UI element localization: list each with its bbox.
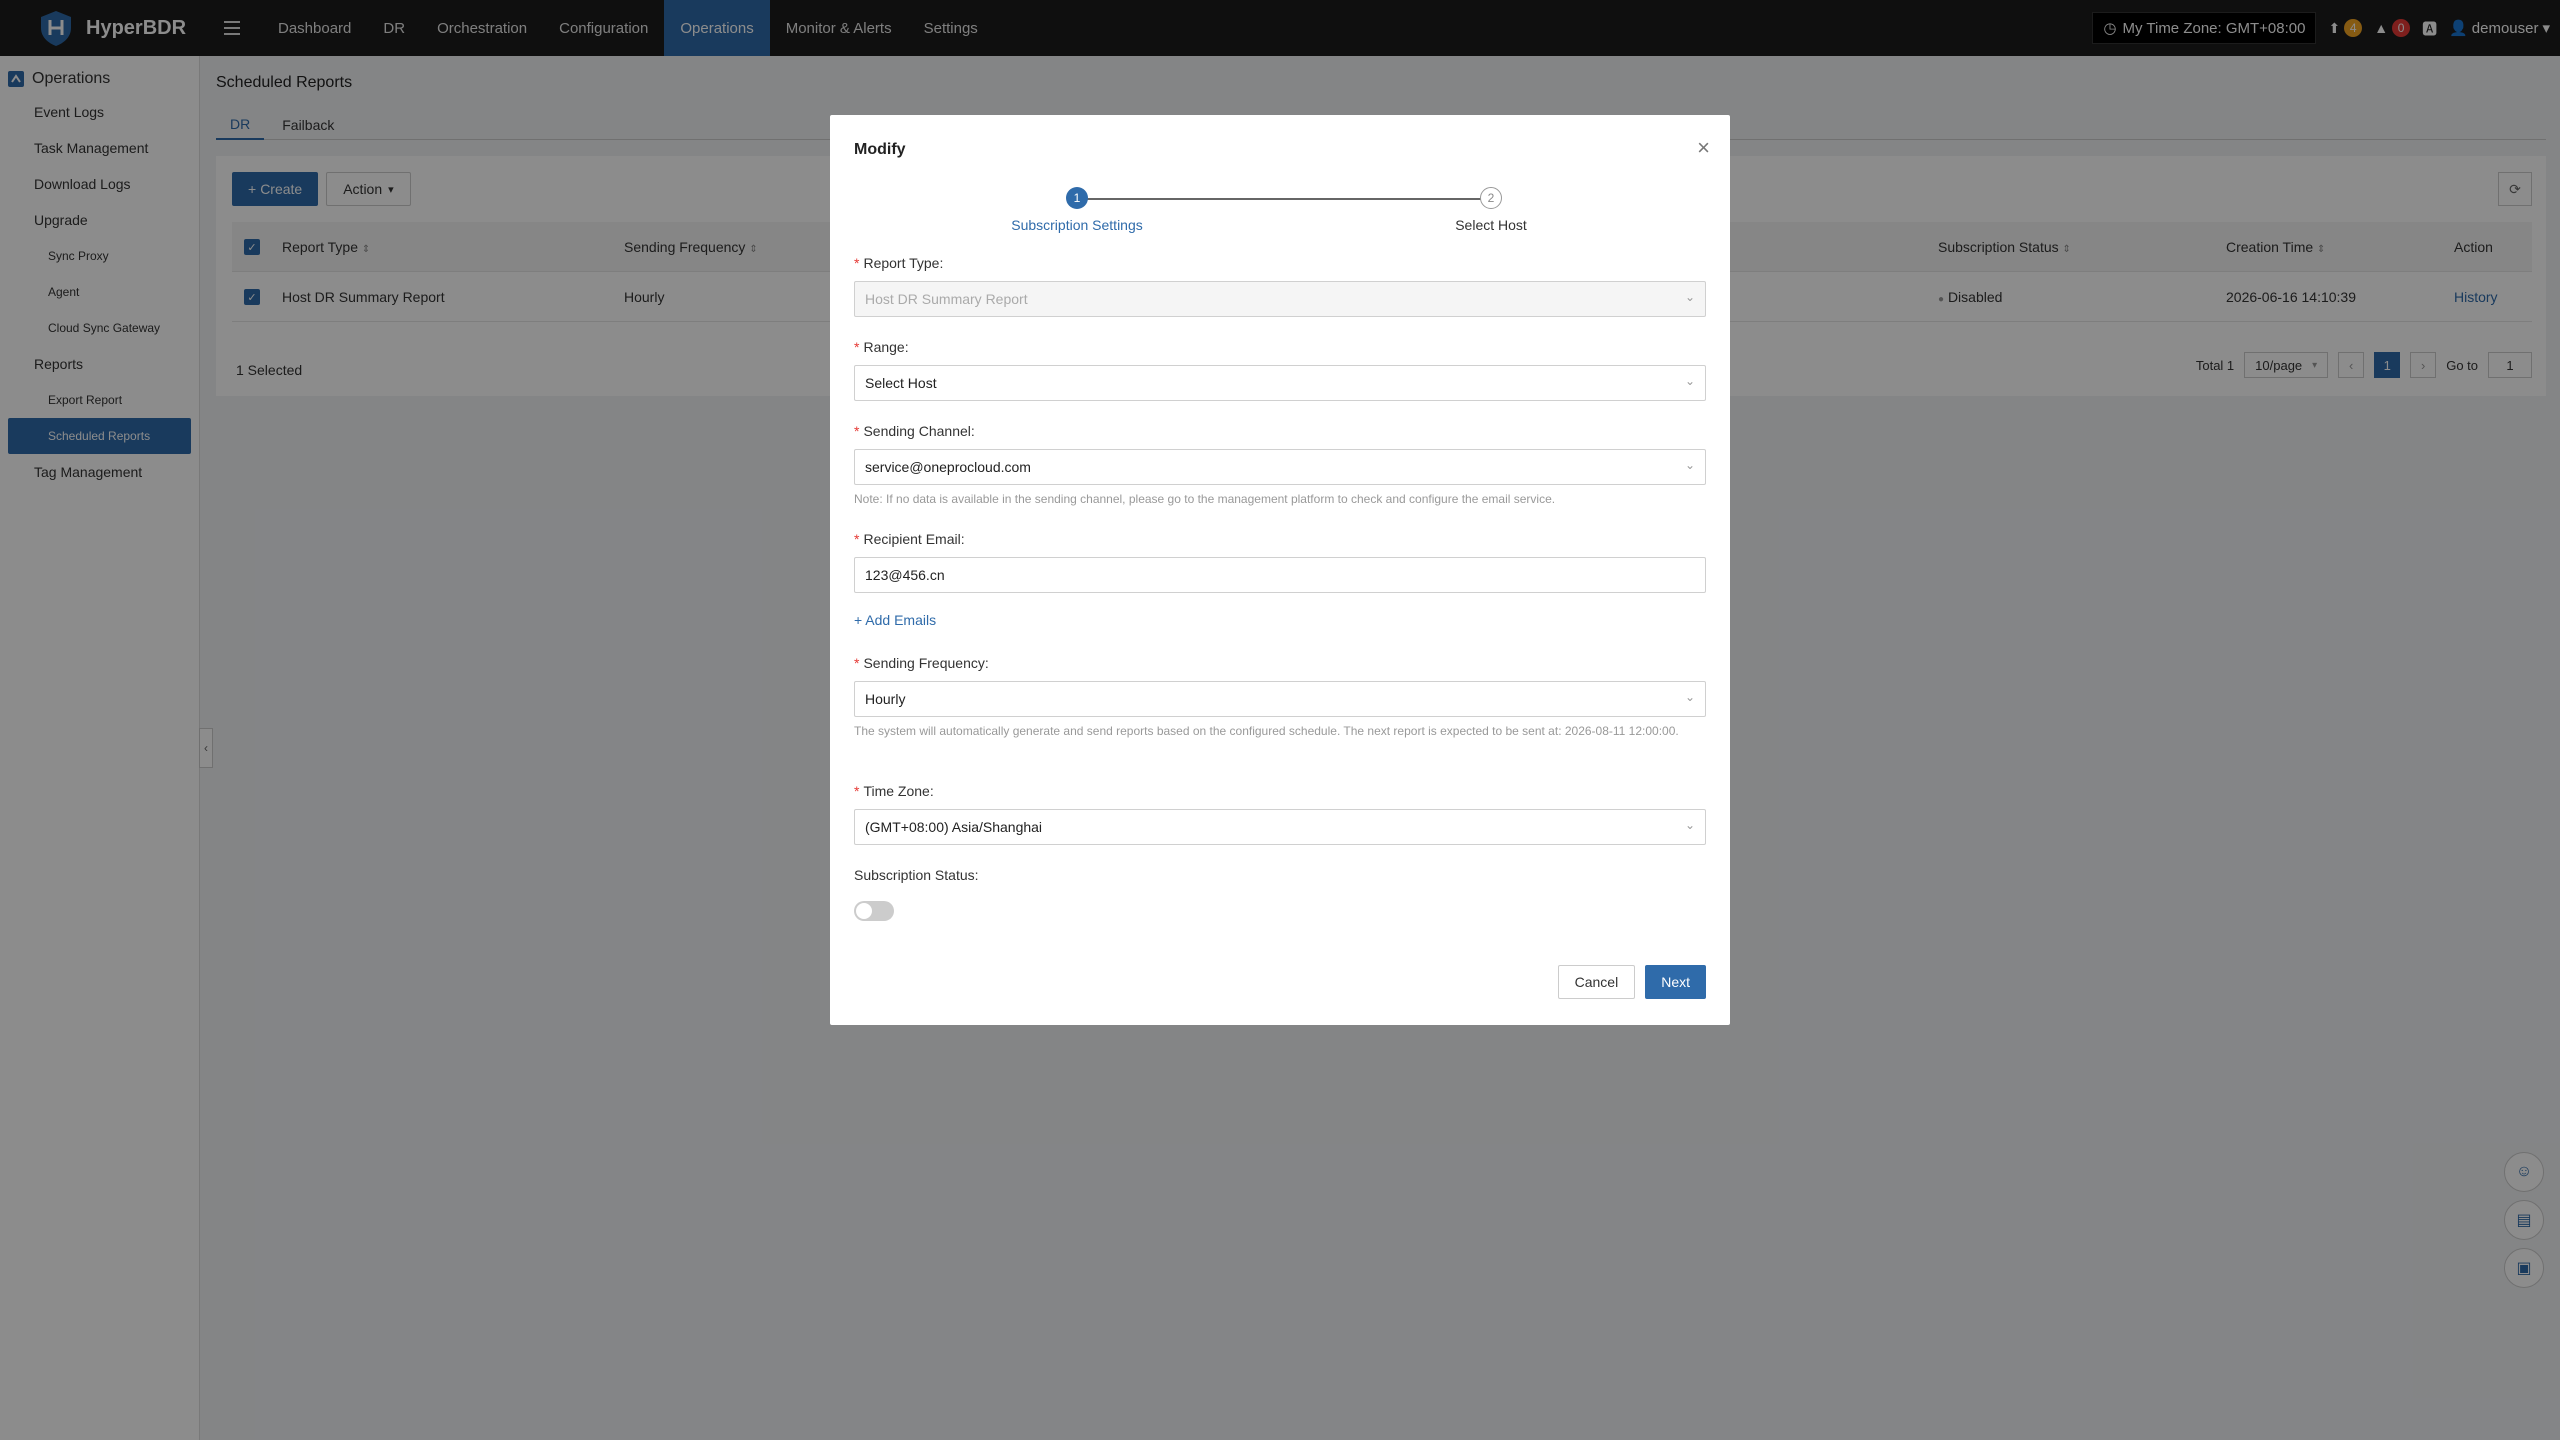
range-label: * Range: xyxy=(854,339,909,355)
time-zone-value: (GMT+08:00) Asia/Shanghai xyxy=(865,819,1043,835)
sending-frequency-select[interactable]: Hourly ⌄ xyxy=(854,681,1706,717)
sending-channel-value: service@oneprocloud.com xyxy=(865,459,1031,475)
add-emails-button[interactable]: + Add Emails xyxy=(854,612,936,628)
plus-icon: + xyxy=(854,612,866,628)
subscription-status-label: Subscription Status: xyxy=(854,867,979,883)
report-type-value: Host DR Summary Report xyxy=(865,291,1028,307)
time-zone-label: * Time Zone: xyxy=(854,783,934,799)
chevron-down-icon: ⌄ xyxy=(1684,818,1695,832)
range-select[interactable]: Select Host ⌄ xyxy=(854,365,1706,401)
channel-note: Note: If no data is available in the sen… xyxy=(854,492,1556,506)
step-2-label: Select Host xyxy=(1455,217,1527,233)
report-type-select: Host DR Summary Report ⌄ xyxy=(854,281,1706,317)
step-connector xyxy=(1074,198,1482,200)
step-1-label: Subscription Settings xyxy=(1011,217,1143,233)
sending-frequency-value: Hourly xyxy=(865,691,906,707)
recipient-email-label: * Recipient Email: xyxy=(854,531,965,547)
chevron-down-icon: ⌄ xyxy=(1684,690,1695,704)
chevron-down-icon: ⌄ xyxy=(1684,374,1695,388)
dialog-footer: Cancel Next xyxy=(1557,965,1706,999)
step-1-indicator: 1 xyxy=(1066,187,1088,209)
sending-channel-label: * Sending Channel: xyxy=(854,423,975,439)
range-value: Select Host xyxy=(865,375,937,391)
chevron-down-icon: ⌄ xyxy=(1684,458,1695,472)
frequency-note: The system will automatically generate a… xyxy=(854,724,1679,738)
report-type-label: * Report Type: xyxy=(854,255,944,271)
recipient-email-input[interactable]: 123@456.cn xyxy=(854,557,1706,593)
stepper: 1 2 Subscription Settings Select Host xyxy=(830,187,1730,237)
step-2-indicator: 2 xyxy=(1480,187,1502,209)
time-zone-select[interactable]: (GMT+08:00) Asia/Shanghai ⌄ xyxy=(854,809,1706,845)
next-button[interactable]: Next xyxy=(1645,965,1706,999)
dialog-title: Modify xyxy=(854,141,906,158)
add-emails-label: Add Emails xyxy=(865,612,937,628)
close-icon[interactable]: × xyxy=(1697,135,1710,161)
sending-frequency-label: * Sending Frequency: xyxy=(854,655,989,671)
chevron-down-icon: ⌄ xyxy=(1684,290,1695,304)
modify-dialog: Modify × 1 2 Subscription Settings Selec… xyxy=(830,115,1730,1025)
sending-channel-select[interactable]: service@oneprocloud.com ⌄ xyxy=(854,449,1706,485)
cancel-button[interactable]: Cancel xyxy=(1557,965,1636,999)
subscription-status-toggle[interactable] xyxy=(854,901,894,921)
